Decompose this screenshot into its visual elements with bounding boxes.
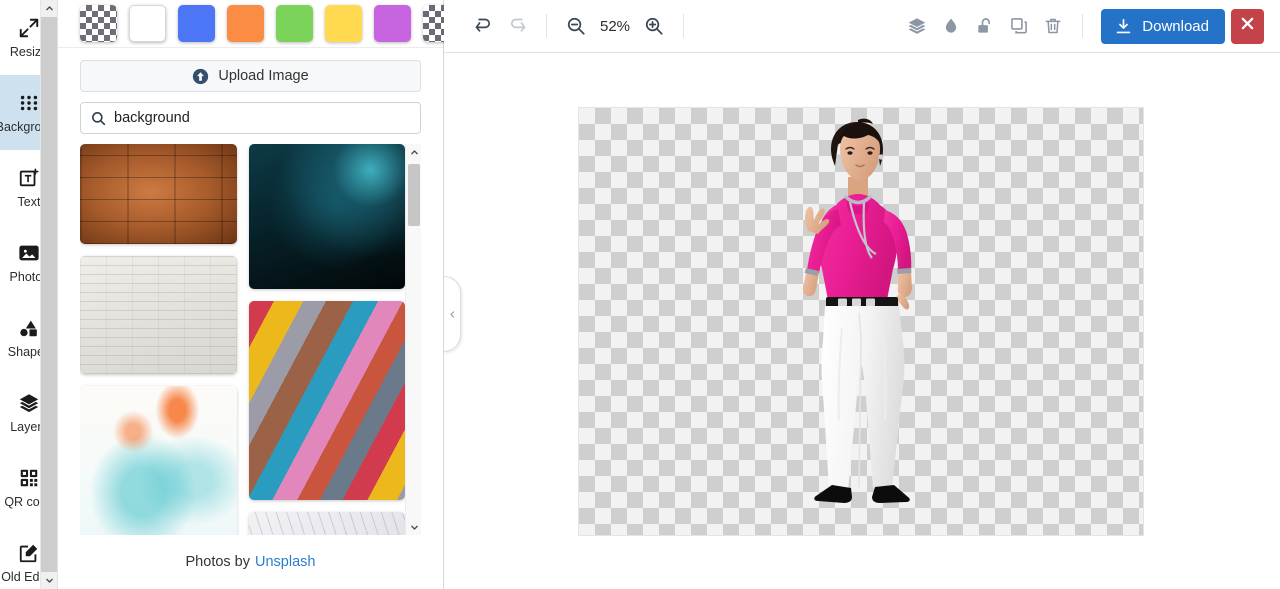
green-swatch[interactable] — [276, 5, 313, 42]
resize-icon — [18, 17, 40, 39]
layers-button[interactable] — [900, 9, 934, 43]
chevron-left-icon — [448, 310, 457, 319]
text-box-icon — [18, 167, 40, 189]
download-icon — [1114, 17, 1133, 36]
photo-icon — [18, 242, 40, 264]
grid-dots-icon — [18, 92, 40, 114]
download-label: Download — [1142, 17, 1209, 35]
redo-button[interactable] — [500, 9, 534, 43]
close-button[interactable] — [1231, 8, 1264, 44]
upload-image-button[interactable]: Upload Image — [80, 60, 421, 92]
chevron-down-icon — [45, 576, 54, 585]
blue-swatch[interactable] — [178, 5, 215, 42]
opacity-button[interactable] — [934, 9, 968, 43]
thumbnail-scrollbar-thumb[interactable] — [408, 164, 420, 226]
background-thumbnail-grid — [80, 144, 421, 535]
editor-toolbar: 52% Download — [444, 0, 1280, 53]
editor-main: 52% Download — [444, 0, 1280, 589]
background-panel: Upload Image background Photos by Unspla… — [58, 0, 460, 589]
chevron-up-icon — [45, 4, 54, 13]
qr-code-icon — [18, 467, 40, 489]
unlock-button[interactable] — [968, 9, 1002, 43]
zoom-out-button[interactable] — [559, 9, 593, 43]
color-swatch-row — [58, 0, 460, 48]
layers-icon — [18, 392, 40, 414]
upload-arrow-icon — [192, 68, 209, 85]
background-search-box[interactable] — [80, 102, 421, 134]
thumb-grey-lines[interactable] — [248, 512, 405, 535]
download-button[interactable]: Download — [1101, 8, 1225, 44]
subject-image[interactable] — [754, 113, 969, 533]
delete-button[interactable] — [1036, 9, 1070, 43]
upload-section: Upload Image — [58, 48, 443, 92]
sidebar-scroll-up-button[interactable] — [41, 0, 57, 17]
thumbnail-scroll-up-button[interactable] — [406, 144, 421, 160]
background-remover-app: Resize Background Text — [0, 0, 1280, 589]
chevron-up-icon — [410, 148, 419, 157]
canvas-area[interactable] — [444, 53, 1280, 589]
duplicate-button[interactable] — [1002, 9, 1036, 43]
thumb-dark-teal-smoke[interactable] — [248, 144, 405, 289]
transparent-pattern-swatch[interactable] — [80, 5, 117, 42]
shapes-icon — [18, 317, 40, 339]
close-icon — [1240, 16, 1255, 36]
thumbnail-scrollbar[interactable] — [405, 144, 421, 535]
thumb-colored-stripes[interactable] — [248, 301, 405, 500]
toolbar-divider — [1082, 14, 1084, 38]
sidebar-nav: Resize Background Text — [0, 0, 58, 589]
toolbar-divider — [683, 14, 684, 38]
upload-image-label: Upload Image — [218, 68, 309, 84]
panel-collapse-handle[interactable] — [444, 276, 461, 352]
sidebar-scrollbar[interactable] — [40, 0, 57, 589]
sidebar-item-label: Text — [17, 194, 41, 209]
zoom-level-value: 52% — [599, 17, 631, 35]
search-icon — [91, 111, 106, 126]
white-swatch[interactable] — [129, 5, 166, 42]
thumbnail-scroll-host — [80, 144, 405, 535]
search-input[interactable] — [114, 103, 410, 133]
thumb-white-brick[interactable] — [80, 256, 237, 374]
thumbnail-scroll-down-button[interactable] — [406, 519, 421, 535]
zoom-in-button[interactable] — [637, 9, 671, 43]
image-canvas[interactable] — [579, 108, 1143, 535]
thumb-wood-planks[interactable] — [80, 144, 237, 244]
chevron-down-icon — [410, 523, 419, 532]
photos-credit-text: Photos by — [185, 554, 251, 570]
edit-square-icon — [18, 542, 40, 564]
unsplash-link[interactable]: Unsplash — [255, 554, 315, 570]
yellow-swatch[interactable] — [325, 5, 362, 42]
sidebar-scroll-down-button[interactable] — [41, 572, 57, 589]
purple-swatch[interactable] — [374, 5, 411, 42]
toolbar-divider — [546, 14, 547, 38]
orange-swatch[interactable] — [227, 5, 264, 42]
undo-button[interactable] — [466, 9, 500, 43]
panel-footer: Photos by Unsplash — [58, 535, 443, 589]
thumb-ink-marble[interactable] — [80, 386, 237, 535]
